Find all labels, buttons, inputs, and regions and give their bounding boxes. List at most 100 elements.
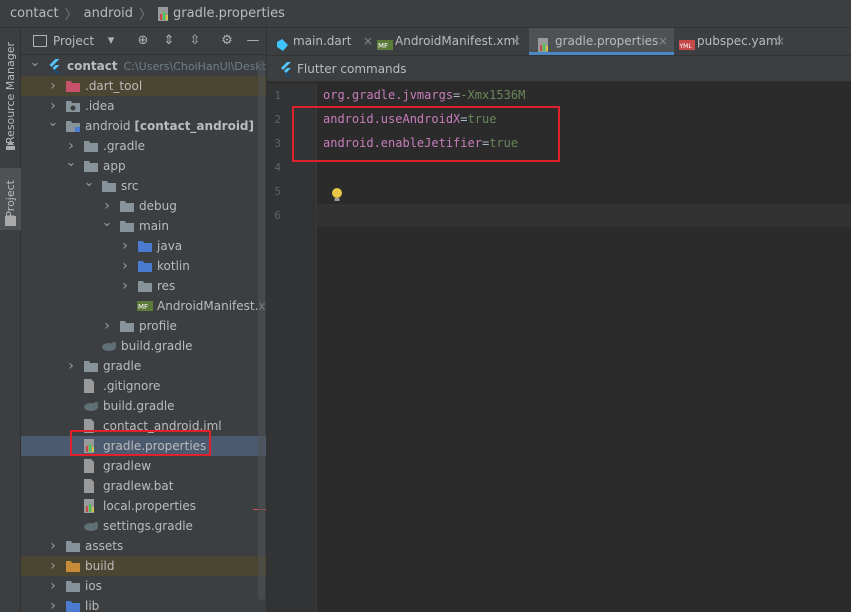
folder-icon [119, 219, 135, 233]
file-icon [83, 479, 99, 493]
folder-blue-icon [137, 259, 153, 273]
code-editor[interactable]: org.gradle.jvmargs=-Xmx1536M android.use… [317, 83, 851, 612]
chevron-down-icon[interactable]: ⌄ [65, 156, 77, 170]
chevron-down-icon[interactable]: ⌄ [47, 116, 59, 130]
gradle-icon [83, 399, 99, 413]
minimize-icon[interactable]: — [245, 33, 261, 49]
project-view-selector[interactable]: Project [53, 34, 94, 48]
folder-icon [101, 179, 117, 193]
tree-item-androidmanifest-xml[interactable]: MF AndroidManifest.xml [21, 296, 266, 316]
tab-gradle-properties[interactable]: gradle.properties × [529, 28, 674, 55]
folder-blue-icon [137, 239, 153, 253]
flutter-commands-bar: Flutter commands [267, 56, 851, 82]
tree-item-label: java [157, 239, 183, 253]
breadcrumb-item-android[interactable]: android [84, 6, 133, 21]
tree-item-gradlew-bat[interactable]: gradlew.bat [21, 476, 266, 496]
line-number: 4 [274, 161, 281, 174]
chevron-right-icon[interactable]: › [119, 236, 131, 256]
tree-item-label: settings.gradle [103, 519, 193, 533]
manifest-icon: MF [377, 35, 393, 50]
tree-item-build[interactable]: › build [21, 556, 266, 576]
breadcrumb-item-file[interactable]: gradle.properties [173, 6, 285, 21]
tab-pubspec-yaml[interactable]: YML pubspec.yaml × [671, 28, 791, 55]
tree-item-java[interactable]: › java [21, 236, 266, 256]
breadcrumb-item-contact[interactable]: contact [10, 6, 59, 21]
tree-item-label: .idea [85, 99, 115, 113]
tree-item-app[interactable]: ⌄ app [21, 156, 266, 176]
chevron-down-icon[interactable]: ⌄ [29, 56, 41, 70]
yaml-icon: YML [679, 35, 695, 50]
tree-item-contact[interactable]: ⌄ contact C:\Users\ChoiHanUl\Deskt [21, 56, 267, 76]
tree-item-gradle[interactable]: › gradle [21, 356, 266, 376]
tab-main-dart[interactable]: main.dart × [267, 28, 379, 55]
svg-text:MF: MF [138, 303, 148, 311]
tree-item-gitignore[interactable]: .gitignore [21, 376, 266, 396]
chevron-right-icon[interactable]: › [119, 276, 131, 296]
close-icon[interactable]: × [658, 28, 668, 55]
flutter-icon [47, 59, 63, 73]
left-tool-strip: Resource Manager Project [0, 28, 21, 612]
tree-item-res[interactable]: › res [21, 276, 266, 296]
chevron-right-icon[interactable]: › [47, 596, 59, 612]
chevron-right-icon: 〉 [139, 8, 153, 23]
line-number: 5 [274, 185, 281, 198]
tree-item-label: build.gradle [103, 399, 175, 413]
properties-file-icon [158, 6, 170, 21]
flutter-commands-link[interactable]: Flutter commands [297, 56, 407, 82]
tree-item-label: kotlin [157, 259, 190, 273]
tree-item-lib[interactable]: › lib [21, 596, 266, 612]
collapse-all-icon[interactable]: ⇳ [187, 33, 203, 49]
resource-manager-label: Resource Manager [4, 41, 17, 145]
chevron-right-icon[interactable]: › [101, 316, 113, 336]
tree-item-kotlin[interactable]: › kotlin [21, 256, 266, 276]
chevron-right-icon[interactable]: › [47, 576, 59, 596]
folder-icon [119, 319, 135, 333]
close-icon[interactable]: × [511, 28, 521, 55]
tree-item-android-contact-android[interactable]: ⌄ android [contact_android] [21, 116, 266, 136]
chevron-right-icon[interactable]: › [47, 96, 59, 116]
tree-item-main[interactable]: ⌄ main [21, 216, 266, 236]
chevron-down-icon[interactable]: ⌄ [83, 176, 95, 190]
tree-item-profile[interactable]: › profile [21, 316, 266, 336]
locate-icon[interactable]: ⊕ [135, 33, 151, 49]
chevron-down-icon[interactable]: ▾ [103, 33, 119, 49]
tree-item-src[interactable]: ⌄ src [21, 176, 266, 196]
tree-item-settings-gradle[interactable]: settings.gradle [21, 516, 266, 536]
tree-item-gradle[interactable]: › .gradle [21, 136, 266, 156]
tree-item-label: .gitignore [103, 379, 161, 393]
tab-label: gradle.properties [555, 34, 659, 48]
chevron-down-icon[interactable]: ⌄ [101, 216, 113, 230]
gradle-icon [101, 339, 117, 353]
resource-manager-tab[interactable]: Resource Manager [0, 38, 21, 148]
chevron-right-icon[interactable]: › [47, 536, 59, 556]
project-tree-scrollbar[interactable] [258, 60, 265, 600]
properties-icon [83, 499, 99, 513]
tree-item-ios[interactable]: › ios [21, 576, 266, 596]
tree-item-label: debug [139, 199, 177, 213]
tree-item-local-properties[interactable]: local.properties [21, 496, 266, 516]
gear-icon[interactable]: ⚙ [219, 33, 235, 49]
tree-item-label: contact C:\Users\ChoiHanUl\Deskt [67, 59, 267, 73]
tree-item-dart-tool[interactable]: › .dart_tool [21, 76, 266, 96]
lightbulb-icon[interactable] [331, 187, 343, 203]
tree-item-build-gradle[interactable]: build.gradle [21, 336, 266, 356]
chevron-right-icon[interactable]: › [101, 196, 113, 216]
tree-item-build-gradle[interactable]: build.gradle [21, 396, 266, 416]
highlight-box-file [70, 430, 211, 456]
tree-item-gradlew[interactable]: gradlew [21, 456, 266, 476]
tree-item-label: .dart_tool [85, 79, 143, 93]
tree-item-idea[interactable]: › .idea [21, 96, 266, 116]
project-panel-header: Project ▾ ⊕ ⇕ ⇳ ⚙ — [21, 28, 266, 55]
chevron-right-icon[interactable]: › [119, 256, 131, 276]
chevron-right-icon[interactable]: › [47, 76, 59, 96]
expand-all-icon[interactable]: ⇕ [161, 33, 177, 49]
tree-item-debug[interactable]: › debug [21, 196, 266, 216]
folder-icon [119, 199, 135, 213]
tree-item-assets[interactable]: › assets [21, 536, 266, 556]
chevron-right-icon[interactable]: › [65, 356, 77, 376]
chevron-right-icon[interactable]: › [65, 136, 77, 156]
close-icon[interactable]: × [775, 28, 785, 55]
chevron-right-icon[interactable]: › [47, 556, 59, 576]
tab-androidmanifest-xml[interactable]: MF AndroidManifest.xml × [369, 28, 527, 55]
file-icon [83, 379, 99, 393]
